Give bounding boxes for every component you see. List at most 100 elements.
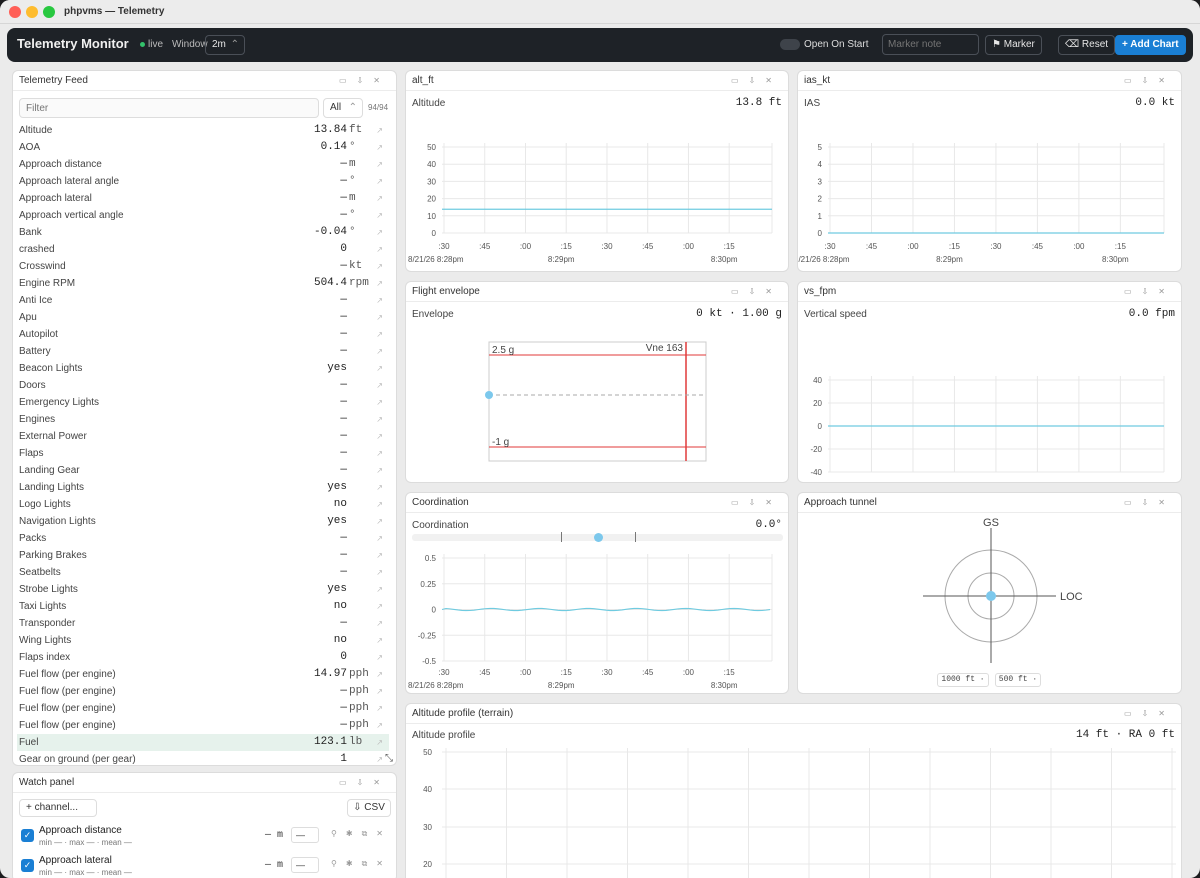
feed-row[interactable]: Anti Ice — ↗ [17,292,389,309]
feed-row[interactable]: Fuel flow (per engine) — pph ↗ [17,700,389,717]
feed-row[interactable]: Wing Lights no ↗ [17,632,389,649]
open-on-start-toggle[interactable] [780,39,800,50]
open-chart-icon[interactable]: ↗ [376,462,383,479]
filter-select[interactable]: All ⌃ [323,98,363,118]
open-chart-icon[interactable]: ↗ [376,173,383,190]
feed-row[interactable]: Crosswind — kt ↗ [17,258,389,275]
close-window-button[interactable] [9,6,21,18]
csv-button[interactable]: ⇩ CSV [347,799,391,817]
feed-row[interactable]: Bank -0.04 ° ↗ [17,224,389,241]
open-chart-icon[interactable]: ↗ [376,292,383,309]
zoom-window-button[interactable] [43,6,55,18]
feed-row[interactable]: Approach lateral — m ↗ [17,190,389,207]
open-chart-icon[interactable]: ↗ [376,581,383,598]
open-chart-icon[interactable]: ↗ [376,700,383,717]
marker-note-input[interactable] [882,34,979,55]
watch-row-select[interactable]: — [291,857,319,873]
open-chart-icon[interactable]: ↗ [376,496,383,513]
feed-row[interactable]: Approach lateral angle — ° ↗ [17,173,389,190]
feed-row[interactable]: Battery — ↗ [17,343,389,360]
feed-row[interactable]: Navigation Lights yes ↗ [17,513,389,530]
open-chart-icon[interactable]: ↗ [376,734,383,751]
open-chart-icon[interactable]: ↗ [376,598,383,615]
feed-row[interactable]: Parking Brakes — ↗ [17,547,389,564]
feed-row[interactable]: crashed 0 ↗ [17,241,389,258]
reset-button[interactable]: ⌫ Reset [1058,35,1116,55]
feed-row[interactable]: Fuel 123.1 lb ↗ [17,734,389,751]
open-chart-icon[interactable]: ↗ [376,666,383,683]
feed-row[interactable]: Logo Lights no ↗ [17,496,389,513]
open-chart-icon[interactable]: ↗ [376,683,383,700]
open-chart-icon[interactable]: ↗ [376,564,383,581]
open-chart-icon[interactable]: ↗ [376,377,383,394]
feed-row[interactable]: Flaps — ↗ [17,445,389,462]
open-chart-icon[interactable]: ↗ [376,751,383,765]
panel-actions-icon[interactable]: ▭⇩✕ [339,773,390,793]
feed-row[interactable]: Landing Lights yes ↗ [17,479,389,496]
open-chart-icon[interactable]: ↗ [376,479,383,496]
open-chart-icon[interactable]: ↗ [376,275,383,292]
open-chart-icon[interactable]: ↗ [376,632,383,649]
panel-actions-icon[interactable]: ▭⇩✕ [1124,282,1175,302]
open-chart-icon[interactable]: ↗ [376,122,383,139]
open-chart-icon[interactable]: ↗ [376,139,383,156]
open-chart-icon[interactable]: ↗ [376,241,383,258]
panel-actions-icon[interactable]: ▭⇩✕ [1124,704,1175,724]
feed-row[interactable]: Fuel flow (per engine) — pph ↗ [17,683,389,700]
feed-row[interactable]: External Power — ↗ [17,428,389,445]
panel-actions-icon[interactable]: ▭⇩✕ [339,71,390,91]
open-chart-icon[interactable]: ↗ [376,360,383,377]
watch-row-actions-icon[interactable]: ⚲✱⧉✕ [331,859,392,869]
open-chart-icon[interactable]: ↗ [376,190,383,207]
feed-row[interactable]: Flaps index 0 ↗ [17,649,389,666]
feed-row[interactable]: Altitude 13.84 ft ↗ [17,122,389,139]
open-chart-icon[interactable]: ↗ [376,326,383,343]
feed-row[interactable]: Apu — ↗ [17,309,389,326]
feed-row[interactable]: Taxi Lights no ↗ [17,598,389,615]
feed-row[interactable]: Emergency Lights — ↗ [17,394,389,411]
feed-row[interactable]: Engine RPM 504.4 rpm ↗ [17,275,389,292]
feed-row[interactable]: Landing Gear — ↗ [17,462,389,479]
open-chart-icon[interactable]: ↗ [376,343,383,360]
feed-row[interactable]: Seatbelts — ↗ [17,564,389,581]
open-chart-icon[interactable]: ↗ [376,513,383,530]
feed-row[interactable]: Engines — ↗ [17,411,389,428]
watch-row-select[interactable]: — [291,827,319,843]
open-chart-icon[interactable]: ↗ [376,394,383,411]
add-chart-button[interactable]: + Add Chart [1115,35,1186,55]
open-chart-icon[interactable]: ↗ [376,309,383,326]
open-chart-icon[interactable]: ↗ [376,156,383,173]
feed-row[interactable]: Strobe Lights yes ↗ [17,581,389,598]
open-chart-icon[interactable]: ↗ [376,207,383,224]
feed-row[interactable]: Packs — ↗ [17,530,389,547]
watch-row-actions-icon[interactable]: ⚲✱⧉✕ [331,829,392,839]
resize-handle-icon[interactable]: ⤡ [385,753,393,764]
watch-checkbox[interactable]: ✓ [21,859,34,872]
add-channel-select[interactable]: + channel... [19,799,97,817]
open-chart-icon[interactable]: ↗ [376,649,383,666]
open-chart-icon[interactable]: ↗ [376,717,383,734]
feed-row[interactable]: AOA 0.14 ° ↗ [17,139,389,156]
scale-500-button[interactable]: 500 ft · [995,673,1041,687]
watch-checkbox[interactable]: ✓ [21,829,34,842]
minimize-window-button[interactable] [26,6,38,18]
feed-row[interactable]: Fuel flow (per engine) — pph ↗ [17,717,389,734]
panel-actions-icon[interactable]: ▭⇩✕ [1124,71,1175,91]
feed-row[interactable]: Gear on ground (per gear) 1 ↗ [17,751,389,765]
feed-row[interactable]: Fuel flow (per engine) 14.97 pph ↗ [17,666,389,683]
feed-row[interactable]: Approach distance — m ↗ [17,156,389,173]
feed-row[interactable]: Transponder — ↗ [17,615,389,632]
open-chart-icon[interactable]: ↗ [376,530,383,547]
open-chart-icon[interactable]: ↗ [376,411,383,428]
open-chart-icon[interactable]: ↗ [376,615,383,632]
marker-button[interactable]: ⚑ Marker [985,35,1042,55]
open-chart-icon[interactable]: ↗ [376,547,383,564]
open-chart-icon[interactable]: ↗ [376,258,383,275]
open-chart-icon[interactable]: ↗ [376,428,383,445]
filter-input[interactable] [19,98,319,118]
panel-actions-icon[interactable]: ▭⇩✕ [731,71,782,91]
feed-row[interactable]: Autopilot — ↗ [17,326,389,343]
open-chart-icon[interactable]: ↗ [376,445,383,462]
scale-1000-button[interactable]: 1000 ft · [937,673,989,687]
feed-row[interactable]: Beacon Lights yes ↗ [17,360,389,377]
